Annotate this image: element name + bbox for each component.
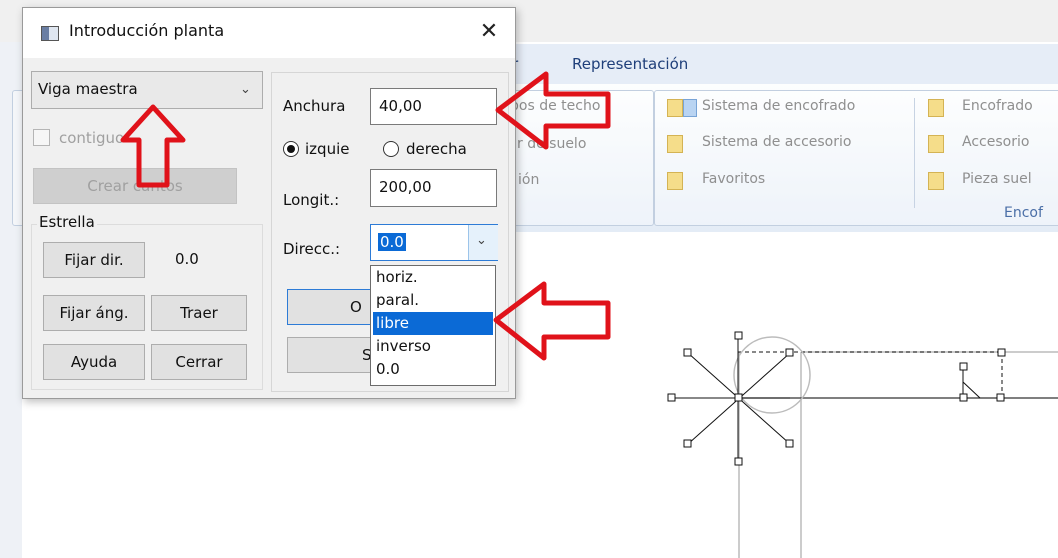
help-button[interactable]: Ayuda (43, 344, 145, 380)
ribbon-item-sistema-encofrado[interactable]: Sistema de encofrado (702, 98, 855, 114)
ribbon-item-accesorio[interactable]: Accesorio (962, 134, 1029, 150)
length-label: Longit.: (283, 191, 340, 209)
formwork-system-icon (667, 99, 683, 117)
dropdown-option-paral[interactable]: paral. (373, 289, 493, 312)
right-radio[interactable] (383, 141, 399, 157)
ribbon-item-favoritos[interactable]: Favoritos (702, 171, 765, 187)
chevron-down-icon: ⌄ (240, 82, 251, 97)
accessory-system-icon (667, 135, 683, 153)
left-radio[interactable] (283, 141, 299, 157)
accessory-icon (928, 135, 944, 153)
direction-dropdown-list: horiz. paral. libre inverso 0.0 (370, 265, 496, 386)
favorites-icon (667, 172, 683, 190)
ribbon-item-ion[interactable]: ión (518, 172, 539, 188)
dropdown-option-horiz[interactable]: horiz. (373, 266, 493, 289)
grid-icon (683, 99, 697, 117)
length-input[interactable]: 200,00 (370, 169, 497, 207)
window-app-icon (41, 26, 59, 41)
element-type-value: Viga maestra (38, 80, 138, 98)
loose-piece-icon (928, 172, 944, 190)
ribbon-group-label: Encof (1004, 205, 1043, 221)
close-icon[interactable]: ✕ (471, 14, 507, 50)
contiguo-checkbox[interactable] (33, 129, 50, 146)
width-label: Anchura (283, 97, 346, 115)
dropdown-option-zero[interactable]: 0.0 (373, 358, 493, 381)
secondary-button-partial[interactable]: S (287, 337, 377, 373)
close-button[interactable]: Cerrar (151, 344, 247, 380)
dropdown-option-inverso[interactable]: inverso (373, 335, 493, 358)
ok-button-label: O (350, 298, 362, 316)
ok-button-partial[interactable]: O (287, 289, 377, 325)
right-radio-label: derecha (406, 140, 467, 158)
chevron-down-icon: ⌄ (476, 233, 487, 248)
ribbon-item-sistema-accesorio[interactable]: Sistema de accesorio (702, 134, 851, 150)
ribbon-item-pieza-suelta[interactable]: Pieza suel (962, 171, 1032, 187)
ribbon-item-encofrado[interactable]: Encofrado (962, 98, 1033, 114)
left-radio-label: izquie (305, 140, 350, 158)
bring-button[interactable]: Traer (151, 295, 247, 331)
direction-combo[interactable]: 0.0 ⌄ (370, 224, 498, 261)
fix-direction-button[interactable]: Fijar dir. (43, 242, 145, 278)
direction-value: 0.0 (175, 250, 199, 268)
width-input[interactable]: 40,00 (370, 88, 497, 125)
contiguo-label: contiguo (59, 129, 125, 147)
dialog-titlebar[interactable]: Introducción planta ✕ (23, 8, 515, 58)
ribbon-separator (914, 98, 915, 208)
formwork-icon (928, 99, 944, 117)
annotation-arrow-left-icon (494, 70, 614, 154)
estrella-group-label: Estrella (37, 213, 97, 231)
direction-label: Direcc.: (283, 240, 341, 258)
dialog-title: Introducción planta (69, 21, 225, 40)
annotation-arrow-left-icon (492, 280, 614, 364)
annotation-arrow-up-icon (120, 104, 186, 188)
direction-combo-value: 0.0 (378, 233, 406, 251)
dropdown-option-libre[interactable]: libre (373, 312, 493, 335)
fix-angle-button[interactable]: Fijar áng. (43, 295, 145, 331)
